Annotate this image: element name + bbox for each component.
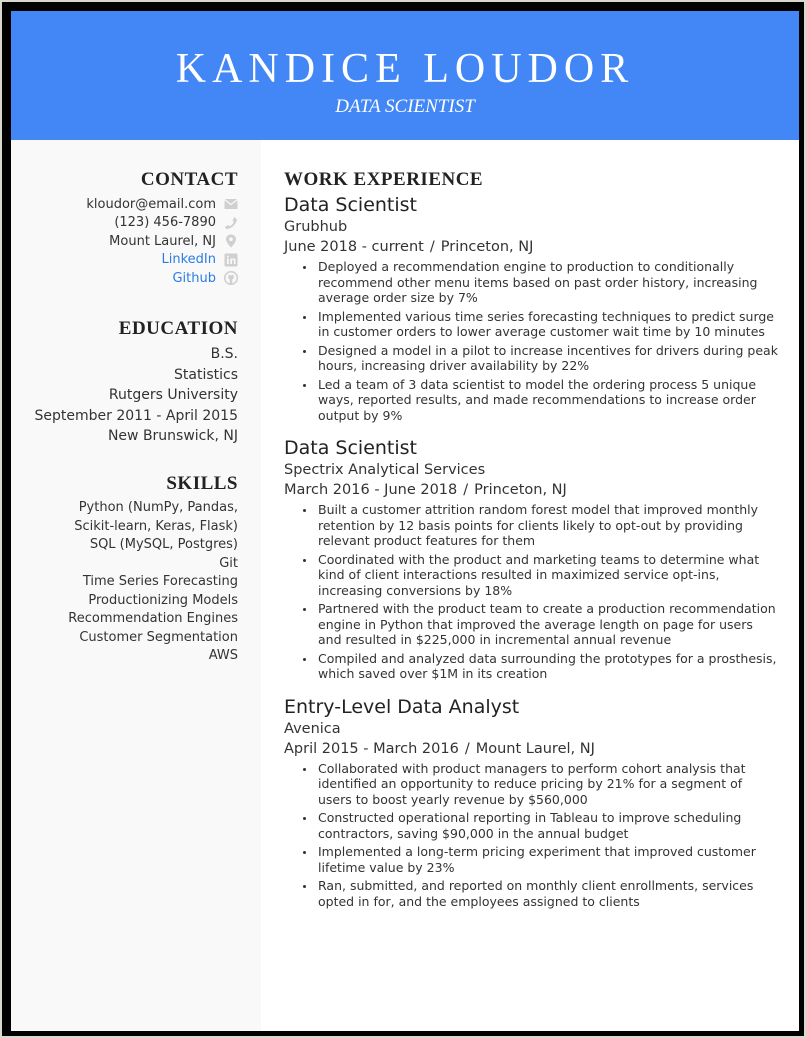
phone-value: (123) 456-7890 — [114, 215, 216, 231]
job-bullet: Implemented various time series forecast… — [303, 309, 779, 340]
job-meta: April 2015 - March 2016 / Mount Laurel, NJ — [284, 739, 779, 759]
job-dates: June 2018 - current — [284, 239, 424, 255]
job-title: Data Scientist — [284, 194, 417, 216]
sidebar: CONTACT kloudor@email.com (123) 456-7890… — [11, 140, 261, 1031]
education-heading: EDUCATION — [118, 318, 238, 339]
skill-item: Time Series Forecasting — [82, 574, 238, 589]
phone-icon — [224, 216, 238, 230]
job-bullet: Collaborated with product managers to pe… — [303, 761, 779, 808]
skill-item: Recommendation Engines — [68, 611, 238, 626]
job-bullet: Implemented a long-term pricing experime… — [303, 844, 779, 875]
job-location: Princeton, NJ — [474, 482, 567, 498]
job-bullet: Deployed a recommendation engine to prod… — [303, 259, 779, 306]
skill-item: AWS — [208, 648, 238, 663]
job-company: Avenica — [284, 720, 341, 737]
location-value: Mount Laurel, NJ — [109, 233, 216, 249]
skills-section: SKILLS Python (NumPy, Pandas, Scikit-lea… — [11, 473, 261, 666]
skill-item: SQL (MySQL, Postgres) — [89, 537, 238, 552]
job-bullets: Built a customer attrition random forest… — [284, 502, 779, 682]
job-bullets: Deployed a recommendation engine to prod… — [284, 259, 779, 423]
meta-separator: / — [429, 239, 435, 255]
email-value: kloudor@email.com — [86, 196, 216, 212]
meta-separator: / — [464, 740, 470, 757]
skill-item: Git — [219, 555, 238, 571]
education-school: Rutgers University — [108, 387, 238, 403]
job-entry: Data Scientist Spectrix Analytical Servi… — [284, 436, 779, 682]
resume-header: KANDICE LOUDOR DATA SCIENTIST — [11, 11, 799, 140]
job-bullet: Led a team of 3 data scientist to model … — [303, 377, 779, 424]
candidate-name: KANDICE LOUDOR — [175, 46, 635, 92]
job-dates: April 2015 - March 2016 — [284, 740, 459, 757]
education-dates: September 2011 - April 2015 — [34, 407, 239, 424]
contact-linkedin[interactable]: LinkedIn — [11, 251, 261, 270]
job-bullet: Constructed operational reporting in Tab… — [303, 810, 779, 841]
skill-item: Productionizing Models — [88, 592, 238, 608]
job-bullet: Designed a model in a pilot to increase … — [303, 342, 778, 373]
document-frame: KANDICE LOUDOR DATA SCIENTIST CONTACT kl… — [2, 2, 804, 1036]
contact-location: Mount Laurel, NJ — [11, 232, 261, 251]
skill-item: Customer Segmentation — [79, 629, 238, 645]
candidate-title: DATA SCIENTIST — [335, 96, 475, 117]
resume-page: KANDICE LOUDOR DATA SCIENTIST CONTACT kl… — [11, 11, 799, 1031]
github-link[interactable]: Github — [172, 271, 216, 286]
job-title: Data Scientist — [284, 437, 417, 459]
education-location: New Brunswick, NJ — [107, 428, 238, 444]
contact-email: kloudor@email.com — [11, 195, 261, 214]
job-company: Grubhub — [284, 219, 348, 235]
education-field: Statistics — [174, 366, 238, 383]
linkedin-link[interactable]: LinkedIn — [162, 252, 216, 267]
job-bullet: Ran, submitted, and reported on monthly … — [303, 878, 779, 909]
job-bullets: Collaborated with product managers to pe… — [284, 761, 779, 910]
job-location: Princeton, NJ — [440, 239, 534, 255]
work-experience-heading: WORK EXPERIENCE — [284, 169, 484, 190]
job-entry: Entry-Level Data Analyst Avenica April 2… — [284, 695, 779, 910]
job-entry: Data Scientist Grubhub June 2018 - curre… — [284, 193, 779, 423]
job-meta: March 2016 - June 2018 / Princeton, NJ — [284, 480, 779, 500]
skill-item: Python (NumPy, Pandas, Scikit-learn, Ker… — [74, 500, 238, 534]
job-bullet: Compiled and analyzed data surrounding t… — [303, 651, 779, 682]
job-company: Spectrix Analytical Services — [284, 462, 486, 478]
skills-heading: SKILLS — [166, 473, 238, 494]
job-title: Entry-Level Data Analyst — [284, 695, 520, 718]
contact-github[interactable]: Github — [11, 269, 261, 288]
main-content: WORK EXPERIENCE Data Scientist Grubhub J… — [261, 140, 799, 1031]
job-bullet: Partnered with the product team to creat… — [303, 601, 779, 648]
meta-separator: / — [463, 482, 469, 498]
job-bullet: Built a customer attrition random forest… — [303, 502, 779, 549]
education-section: EDUCATION B.S. Statistics Rutgers Univer… — [11, 318, 261, 447]
linkedin-icon — [224, 253, 238, 267]
work-experience-section: WORK EXPERIENCE Data Scientist Grubhub J… — [284, 169, 779, 922]
contact-heading: CONTACT — [140, 169, 238, 190]
job-bullet: Coordinated with the product and marketi… — [303, 552, 779, 599]
contact-phone: (123) 456-7890 — [11, 214, 261, 233]
envelope-icon — [224, 197, 238, 211]
map-pin-icon — [224, 234, 238, 248]
job-meta: June 2018 - current / Princeton, NJ — [284, 237, 779, 257]
job-location: Mount Laurel, NJ — [475, 740, 595, 757]
contact-section: CONTACT kloudor@email.com (123) 456-7890… — [11, 169, 261, 288]
job-dates: March 2016 - June 2018 — [284, 482, 458, 498]
github-icon — [224, 271, 238, 286]
education-degree: B.S. — [210, 346, 238, 362]
